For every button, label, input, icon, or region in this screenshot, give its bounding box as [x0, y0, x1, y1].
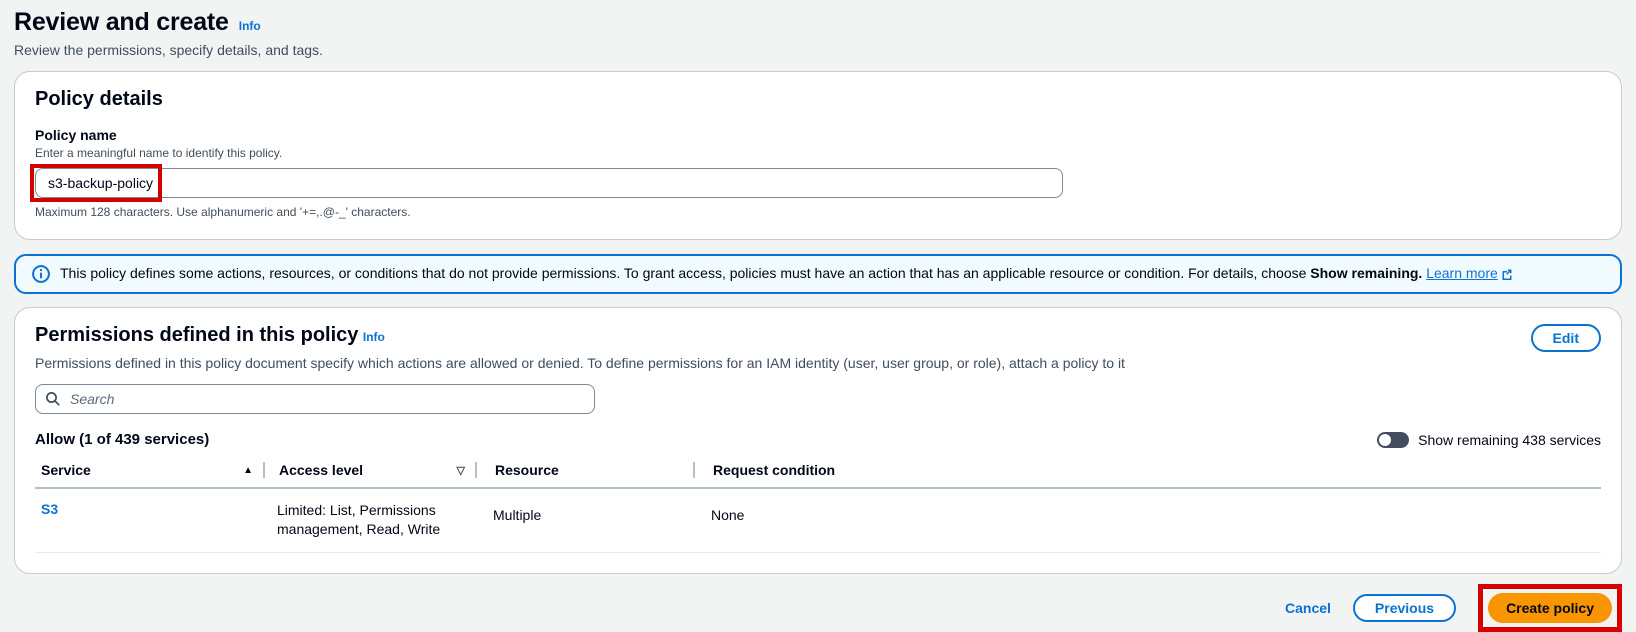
policy-name-description: Enter a meaningful name to identify this…	[35, 146, 283, 160]
toggle-knob	[1379, 433, 1392, 446]
column-header-label: Service	[41, 462, 91, 478]
allow-summary: Allow (1 of 439 services)	[35, 431, 210, 448]
banner-bold-text: Show remaining.	[1310, 265, 1423, 281]
search-input[interactable]	[35, 384, 595, 414]
banner-message: This policy defines some actions, resour…	[60, 265, 1513, 283]
table-row: S3 Limited: List, Permissions management…	[35, 489, 1601, 553]
page-info-link[interactable]: Info	[239, 19, 261, 33]
policy-details-card: Policy details Policy name Enter a meani…	[14, 71, 1622, 240]
sort-ascending-icon: ▲	[243, 464, 253, 476]
column-header-label: Access level	[279, 462, 364, 478]
create-policy-button[interactable]: Create policy	[1488, 592, 1612, 623]
request-condition-cell: None	[711, 507, 745, 523]
edit-button[interactable]: Edit	[1530, 324, 1601, 352]
policy-name-field: Policy name Enter a meaningful name to i…	[30, 127, 1601, 219]
show-remaining-toggle-label: Show remaining 438 services	[1418, 431, 1601, 448]
permissions-table: Service ▲ Access level ▽ Resource Reques…	[35, 462, 1601, 553]
column-header-resource: Resource	[475, 462, 693, 478]
previous-button[interactable]: Previous	[1352, 593, 1457, 622]
column-header-request-condition: Request condition	[693, 462, 1601, 478]
column-header-label: Request condition	[713, 462, 836, 478]
search-icon	[45, 391, 61, 412]
review-and-create-page: Review and create Info Review the permis…	[0, 0, 1636, 632]
column-header-service[interactable]: Service ▲	[35, 462, 263, 478]
learn-more-link[interactable]: Learn more	[1426, 265, 1513, 281]
column-header-label: Resource	[495, 462, 559, 478]
filter-icon: ▽	[456, 464, 465, 477]
service-link-s3[interactable]: S3	[41, 501, 58, 517]
banner-text: This policy defines some actions, resour…	[60, 265, 1307, 281]
permissions-heading: Permissions defined in this policy	[35, 324, 359, 346]
permissions-info-link[interactable]: Info	[363, 330, 385, 344]
column-header-access-level[interactable]: Access level ▽	[263, 462, 475, 478]
info-banner: This policy defines some actions, resour…	[14, 254, 1622, 294]
annotation-box-create-policy: Create policy	[1478, 583, 1622, 632]
page-title: Review and create	[14, 8, 229, 36]
page-subtitle: Review the permissions, specify details,…	[14, 42, 323, 58]
learn-more-label: Learn more	[1426, 265, 1498, 281]
external-link-icon	[1501, 267, 1513, 283]
policy-name-constraint: Maximum 128 characters. Use alphanumeric…	[35, 205, 411, 219]
policy-details-heading: Policy details	[35, 88, 163, 110]
cancel-button[interactable]: Cancel	[1285, 600, 1331, 616]
page-header: Review and create Info Review the permis…	[14, 6, 1622, 58]
permissions-description: Permissions defined in this policy docum…	[35, 355, 1125, 371]
permissions-card: Permissions defined in this policy Info …	[14, 307, 1622, 574]
access-level-cell: Limited: List, Permissions management, R…	[277, 502, 441, 537]
show-remaining-toggle[interactable]	[1377, 431, 1410, 448]
policy-name-label: Policy name	[35, 127, 117, 143]
show-remaining-toggle-group: Show remaining 438 services	[1377, 431, 1601, 448]
policy-name-input[interactable]	[35, 168, 1063, 198]
footer-actions: Cancel Previous Create policy	[14, 583, 1622, 632]
permissions-header-text: Permissions defined in this policy Info …	[35, 324, 1125, 371]
table-header-row: Service ▲ Access level ▽ Resource Reques…	[35, 462, 1601, 489]
resource-cell: Multiple	[493, 507, 542, 523]
info-circle-icon	[32, 265, 50, 283]
